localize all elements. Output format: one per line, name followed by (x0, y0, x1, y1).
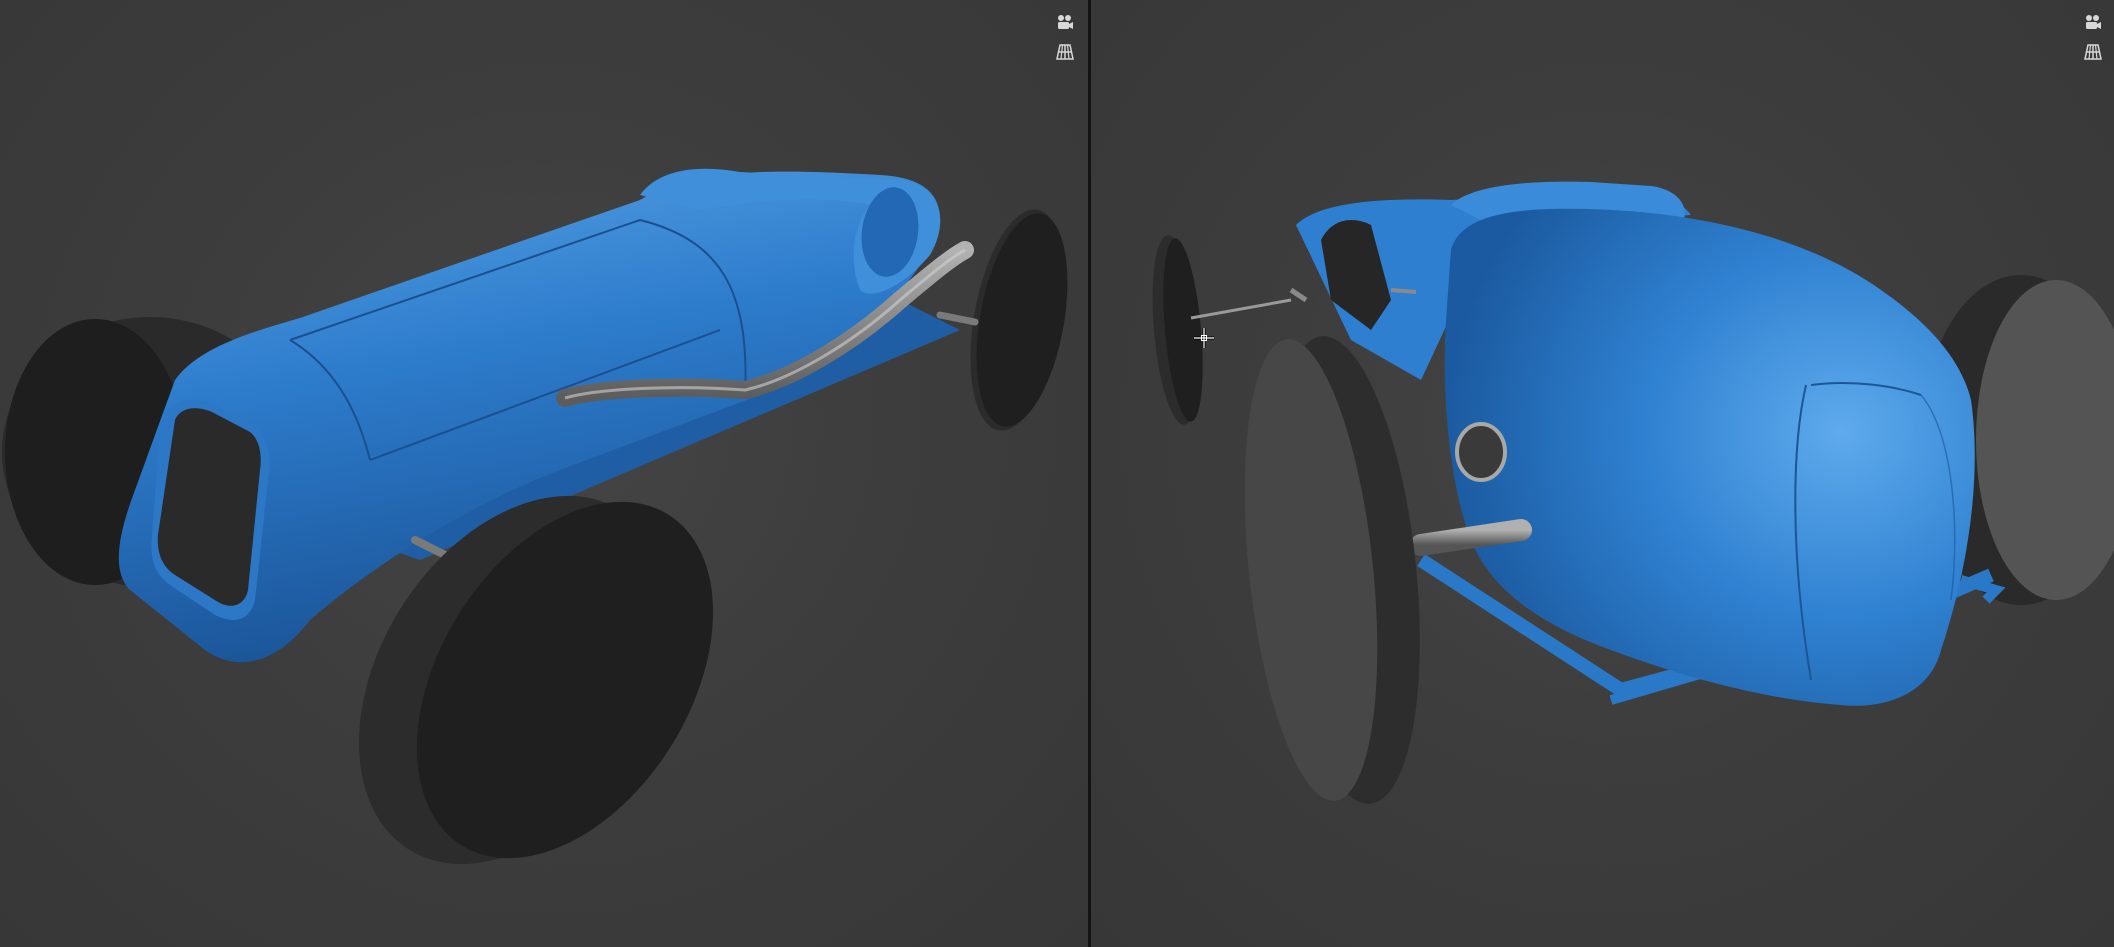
camera-view-button[interactable] (1053, 10, 1077, 34)
perspective-grid-button[interactable] (2081, 40, 2105, 64)
camera-view-button[interactable] (2081, 10, 2105, 34)
editor-window (0, 0, 2114, 947)
camera-icon (1055, 13, 1075, 31)
grid-icon (2083, 43, 2103, 61)
viewport-left[interactable] (0, 0, 1088, 947)
wheel-front-near (1244, 336, 1420, 804)
viewport-right[interactable] (1091, 0, 2114, 947)
wheel-front-far (1152, 235, 1203, 425)
grid-icon (1055, 43, 1075, 61)
car-render-left[interactable] (0, 0, 1088, 947)
camera-icon (2083, 13, 2103, 31)
perspective-grid-button[interactable] (1053, 40, 1077, 64)
car-render-right[interactable] (1091, 0, 2114, 947)
